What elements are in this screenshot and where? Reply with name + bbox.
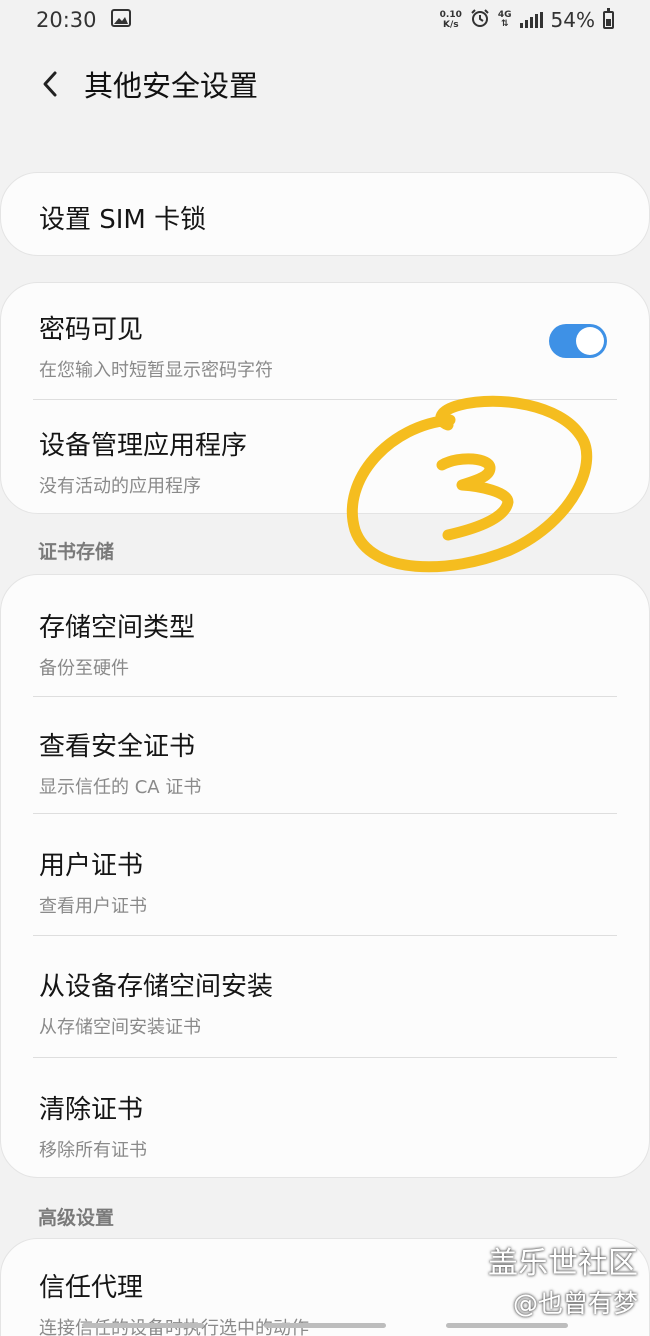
device-admin-title: 设备管理应用程序 xyxy=(39,431,248,461)
user-certs-item[interactable]: 用户证书 查看用户证书 xyxy=(1,845,649,918)
sim-lock-title: 设置 SIM 卡锁 xyxy=(39,205,207,235)
back-arrow-icon xyxy=(43,71,57,97)
password-visible-toggle[interactable] xyxy=(549,324,607,358)
net-speed: 0.10 K/s xyxy=(439,10,462,30)
install-from-storage-subtitle: 从存储空间安装证书 xyxy=(39,1017,201,1038)
view-certs-subtitle: 显示信任的 CA 证书 xyxy=(39,777,202,798)
status-time: 20:30 xyxy=(36,8,97,32)
toggle-knob xyxy=(576,327,604,355)
password-visible-subtitle: 在您输入时短暂显示密码字符 xyxy=(39,360,273,381)
alarm-icon xyxy=(470,8,490,33)
divider xyxy=(33,399,617,400)
nav-hint-center xyxy=(264,1323,386,1328)
back-button[interactable] xyxy=(30,60,70,108)
nav-hint-right xyxy=(446,1323,568,1328)
status-bar: 20:30 0.10 K/s 4G ⇅ 54% xyxy=(0,0,650,40)
nav-hint-left xyxy=(82,1323,204,1328)
view-certs-item[interactable]: 查看安全证书 显示信任的 CA 证书 xyxy=(1,726,649,799)
divider xyxy=(33,813,617,814)
device-admin-item[interactable]: 设备管理应用程序 没有活动的应用程序 xyxy=(1,425,649,498)
cert-card: 存储空间类型 备份至硬件 查看安全证书 显示信任的 CA 证书 用户证书 查看用… xyxy=(0,574,650,1178)
watermark-community: 盖乐世社区 xyxy=(488,1246,638,1281)
battery-icon xyxy=(603,8,614,29)
install-from-storage-title: 从设备存储空间安装 xyxy=(39,972,274,1002)
data-arrows-icon: ⇅ xyxy=(500,19,509,29)
storage-type-title: 存储空间类型 xyxy=(39,613,196,643)
cert-section-label: 证书存储 xyxy=(38,541,115,563)
storage-type-subtitle: 备份至硬件 xyxy=(39,658,129,679)
sim-lock-card[interactable]: 设置 SIM 卡锁 xyxy=(0,172,650,256)
clear-certs-item[interactable]: 清除证书 移除所有证书 xyxy=(1,1089,649,1162)
app-bar: 其他安全设置 xyxy=(0,58,650,110)
battery-percent: 54% xyxy=(550,8,595,32)
divider xyxy=(33,696,617,697)
advanced-section-label: 高级设置 xyxy=(38,1207,115,1229)
gallery-notification-icon xyxy=(110,8,131,32)
divider xyxy=(33,935,617,936)
network-type: 4G ⇅ xyxy=(497,10,512,29)
clear-certs-title: 清除证书 xyxy=(39,1095,144,1125)
signal-icon xyxy=(519,12,543,28)
user-certs-title: 用户证书 xyxy=(39,851,144,881)
divider xyxy=(33,1057,617,1058)
clear-certs-subtitle: 移除所有证书 xyxy=(39,1140,147,1161)
password-admin-card: 密码可见 在您输入时短暂显示密码字符 设备管理应用程序 没有活动的应用程序 xyxy=(0,282,650,514)
watermark-author: @也曾有梦 xyxy=(512,1289,638,1318)
page-title: 其他安全设置 xyxy=(84,69,259,103)
view-certs-title: 查看安全证书 xyxy=(39,732,196,762)
device-admin-subtitle: 没有活动的应用程序 xyxy=(39,476,201,497)
user-certs-subtitle: 查看用户证书 xyxy=(39,896,147,917)
sim-lock-item[interactable]: 设置 SIM 卡锁 xyxy=(1,173,649,236)
install-from-storage-item[interactable]: 从设备存储空间安装 从存储空间安装证书 xyxy=(1,966,649,1039)
storage-type-item[interactable]: 存储空间类型 备份至硬件 xyxy=(1,607,649,680)
